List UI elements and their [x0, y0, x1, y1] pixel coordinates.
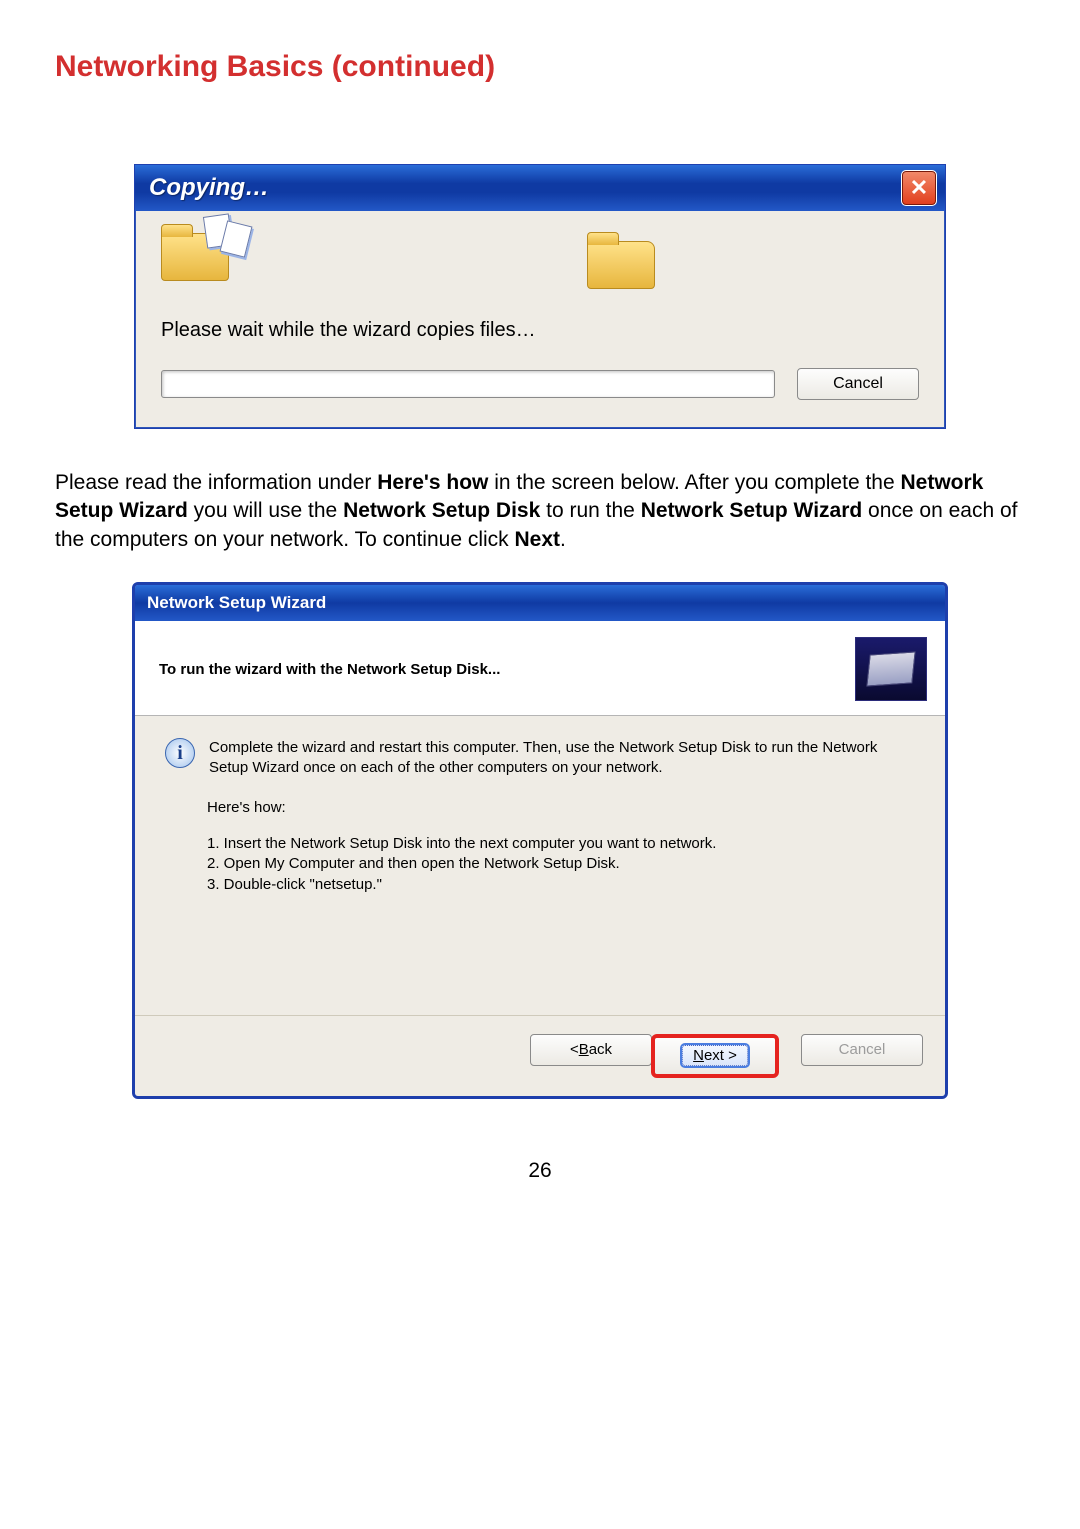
- network-devices-icon: [855, 637, 927, 701]
- back-button[interactable]: < Back: [530, 1034, 652, 1066]
- wizard-step-2: 2. Open My Computer and then open the Ne…: [207, 854, 915, 874]
- page-title: Networking Basics (continued): [55, 50, 1025, 84]
- heres-how-label: Here's how:: [207, 799, 915, 816]
- wizard-header: To run the wizard with the Network Setup…: [135, 621, 945, 716]
- dialog-title: Copying…: [149, 174, 901, 202]
- wizard-title: Network Setup Wizard: [147, 593, 326, 613]
- wizard-header-text: To run the wizard with the Network Setup…: [159, 661, 855, 678]
- instruction-paragraph: Please read the information under Here's…: [55, 469, 1025, 554]
- next-button[interactable]: Next >: [651, 1034, 779, 1078]
- copy-status-text: Please wait while the wizard copies file…: [161, 319, 919, 342]
- wizard-footer: < Back Next > Cancel: [135, 1015, 945, 1096]
- source-folder-icon: [161, 233, 257, 297]
- page-number: 26: [55, 1159, 1025, 1183]
- copy-animation: [161, 233, 919, 297]
- wizard-info-text: Complete the wizard and restart this com…: [209, 738, 915, 777]
- close-button[interactable]: ✕: [901, 170, 937, 206]
- wizard-step-3: 3. Double-click "netsetup.": [207, 875, 915, 895]
- destination-folder-icon: [587, 241, 657, 297]
- dialog-titlebar: Copying… ✕: [135, 165, 945, 211]
- info-icon: i: [165, 738, 195, 768]
- wizard-steps: 1. Insert the Network Setup Disk into th…: [207, 834, 915, 895]
- wizard-step-1: 1. Insert the Network Setup Disk into th…: [207, 834, 915, 854]
- wizard-titlebar: Network Setup Wizard: [135, 585, 945, 621]
- cancel-button: Cancel: [801, 1034, 923, 1066]
- progress-bar: [161, 370, 775, 398]
- copying-dialog: Copying… ✕ Please wait while the wizard …: [134, 164, 946, 429]
- network-setup-wizard-dialog: Network Setup Wizard To run the wizard w…: [132, 582, 948, 1099]
- close-icon: ✕: [910, 175, 928, 201]
- cancel-button[interactable]: Cancel: [797, 368, 919, 400]
